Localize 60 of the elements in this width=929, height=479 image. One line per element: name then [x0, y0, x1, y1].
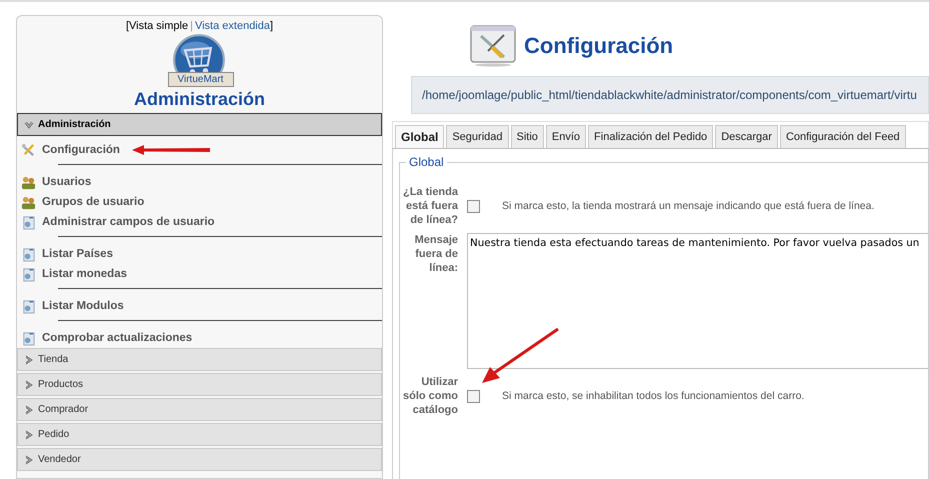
- tab[interactable]: Configuración del Feed: [780, 125, 906, 148]
- menu-link[interactable]: Listar Países: [42, 248, 113, 260]
- section-title: Administración: [38, 119, 111, 130]
- separator-text: |: [190, 20, 193, 32]
- chevron-right-icon: [24, 430, 34, 440]
- tab[interactable]: Envío: [546, 125, 586, 148]
- section-title: Vendedor: [38, 454, 81, 465]
- tab[interactable]: Finalización del Pedido: [588, 125, 714, 148]
- menu-link[interactable]: Listar monedas: [42, 268, 127, 280]
- sidebar-heading: Administración: [132, 89, 266, 110]
- message-textarea[interactable]: Nuestra tienda esta efectuando tareas de mantenimiento. Por favor vuelva pasados un: [467, 233, 928, 369]
- section-header[interactable]: Pedido: [17, 423, 382, 446]
- field-description: Si marca esto, la tienda mostrará un mensaje indicando que está fuera de línea.: [502, 200, 874, 212]
- field-description: Si marca esto, se inhabilitan todos los funcionamientos del carro.: [502, 390, 804, 402]
- document-icon: [21, 214, 36, 230]
- tab[interactable]: Global: [395, 125, 444, 148]
- menu-link[interactable]: Usuarios: [42, 176, 92, 188]
- chevron-right-icon: [24, 380, 34, 390]
- view-link[interactable]: Vista simple: [129, 20, 188, 32]
- section-header[interactable]: Administración: [17, 113, 382, 136]
- logo-text: VirtueMart: [168, 72, 234, 87]
- document-icon: [21, 266, 36, 282]
- chevron-right-icon: [24, 404, 34, 414]
- section-title: Pedido: [38, 429, 70, 440]
- users-icon: [21, 174, 36, 190]
- chevron-right-icon: [24, 354, 34, 364]
- menu-link[interactable]: Grupos de usuario: [42, 196, 144, 208]
- menu-link[interactable]: Administrar campos de usuario: [42, 216, 215, 228]
- fieldset-legend: Global: [406, 155, 447, 169]
- menu-link[interactable]: Configuración: [42, 144, 120, 156]
- document-icon: [21, 246, 36, 262]
- section-header[interactable]: Productos: [17, 373, 382, 396]
- tools-icon: [21, 142, 36, 158]
- tab[interactable]: Descargar: [715, 125, 778, 148]
- tools-icon: [470, 25, 516, 67]
- checkbox[interactable]: [467, 390, 480, 402]
- section-header[interactable]: Comprador: [17, 398, 382, 421]
- document-icon: [21, 298, 36, 314]
- field-label: ¿La tienda está fuera de línea?: [402, 185, 458, 227]
- bracket-text: ]: [270, 20, 274, 32]
- chevron-right-icon: [24, 454, 34, 464]
- document-icon: [21, 330, 36, 346]
- page-title: Configuración: [524, 33, 674, 59]
- view-link[interactable]: Vista extendida: [194, 20, 270, 32]
- field-label: Utilizar sólo como catálogo: [402, 375, 458, 417]
- section-header[interactable]: Vendedor: [17, 448, 382, 471]
- menu-link[interactable]: Listar Modulos: [42, 300, 124, 312]
- section-title: Tienda: [38, 354, 68, 365]
- section-title: Productos: [38, 379, 84, 390]
- chevron-down-icon: [24, 120, 34, 130]
- section-title: Comprador: [38, 404, 88, 415]
- checkbox[interactable]: [467, 200, 480, 212]
- path-text: /home/joomlage/public_html/tiendablackwhite/administrator/components/com_virtuemart/virtu: [422, 88, 917, 102]
- users-icon: [21, 194, 36, 210]
- section-header[interactable]: Tienda: [17, 348, 382, 371]
- field-label: Mensaje fuera de línea:: [414, 233, 458, 275]
- tab[interactable]: Sitio: [510, 125, 544, 148]
- tab[interactable]: Seguridad: [446, 125, 508, 148]
- menu-link[interactable]: Comprobar actualizaciones: [42, 332, 192, 344]
- bracket-text: [: [126, 20, 129, 32]
